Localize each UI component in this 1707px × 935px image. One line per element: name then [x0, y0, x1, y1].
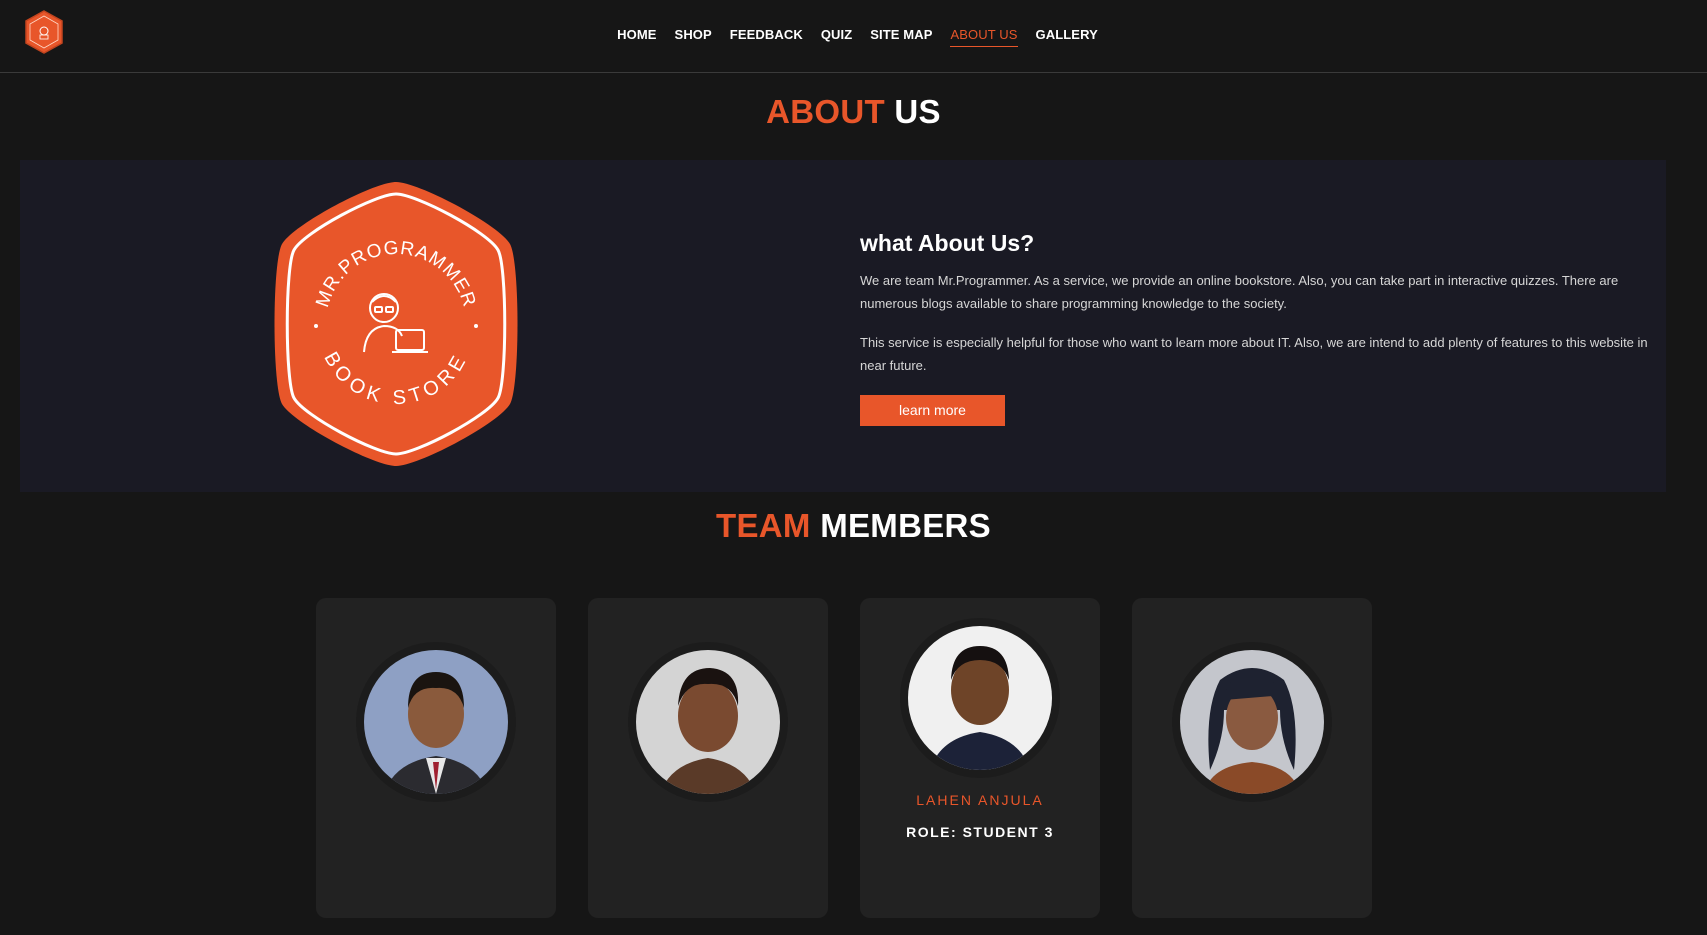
- nav-shop[interactable]: SHOP: [675, 27, 712, 47]
- nav-menu: HOME SHOP FEEDBACK QUIZ SITE MAP ABOUT U…: [0, 27, 1707, 47]
- avatar-ring: [356, 642, 516, 802]
- member-avatar: [636, 650, 780, 794]
- team-title-accent: TEAM: [716, 507, 811, 544]
- team-title-rest: MEMBERS: [820, 507, 991, 544]
- nav-home[interactable]: HOME: [617, 27, 656, 47]
- avatar-ring: [900, 618, 1060, 778]
- member-avatar: [908, 626, 1052, 770]
- team-member-card[interactable]: [316, 598, 556, 918]
- about-text-block: what About Us? We are team Mr.Programmer…: [860, 230, 1660, 426]
- learn-more-button[interactable]: learn more: [860, 395, 1005, 426]
- navbar: HOME SHOP FEEDBACK QUIZ SITE MAP ABOUT U…: [0, 0, 1707, 73]
- about-paragraph-2: This service is especially helpful for t…: [860, 335, 1648, 373]
- avatar-ring: [1172, 642, 1332, 802]
- nav-site-map[interactable]: SITE MAP: [870, 27, 932, 47]
- team-title: TEAM MEMBERS: [0, 507, 1707, 545]
- avatar-ring: [628, 642, 788, 802]
- about-paragraph-1: We are team Mr.Programmer. As a service,…: [860, 273, 1619, 311]
- nav-feedback[interactable]: FEEDBACK: [730, 27, 803, 47]
- about-title-rest: US: [894, 93, 941, 130]
- nav-quiz[interactable]: QUIZ: [821, 27, 852, 47]
- member-name: LAHEN ANJULA: [916, 792, 1044, 808]
- bookstore-badge-logo: MR.PROGRAMMER BOOK STORE: [274, 182, 518, 466]
- team-cards: LAHEN ANJULA ROLE: STUDENT 3: [316, 598, 1376, 918]
- member-avatar: [364, 650, 508, 794]
- nav-about-us[interactable]: ABOUT US: [950, 27, 1018, 47]
- about-title: ABOUT US: [0, 93, 1707, 131]
- nav-gallery[interactable]: GALLERY: [1036, 27, 1098, 47]
- team-member-card[interactable]: [1132, 598, 1372, 918]
- team-member-card[interactable]: [588, 598, 828, 918]
- member-role: ROLE: STUDENT 3: [906, 824, 1054, 840]
- about-panel: MR.PROGRAMMER BOOK STORE what About Us? …: [20, 160, 1666, 492]
- team-member-card[interactable]: LAHEN ANJULA ROLE: STUDENT 3: [860, 598, 1100, 918]
- about-heading: what About Us?: [860, 230, 1035, 256]
- about-title-accent: ABOUT: [766, 93, 885, 130]
- member-avatar: [1180, 650, 1324, 794]
